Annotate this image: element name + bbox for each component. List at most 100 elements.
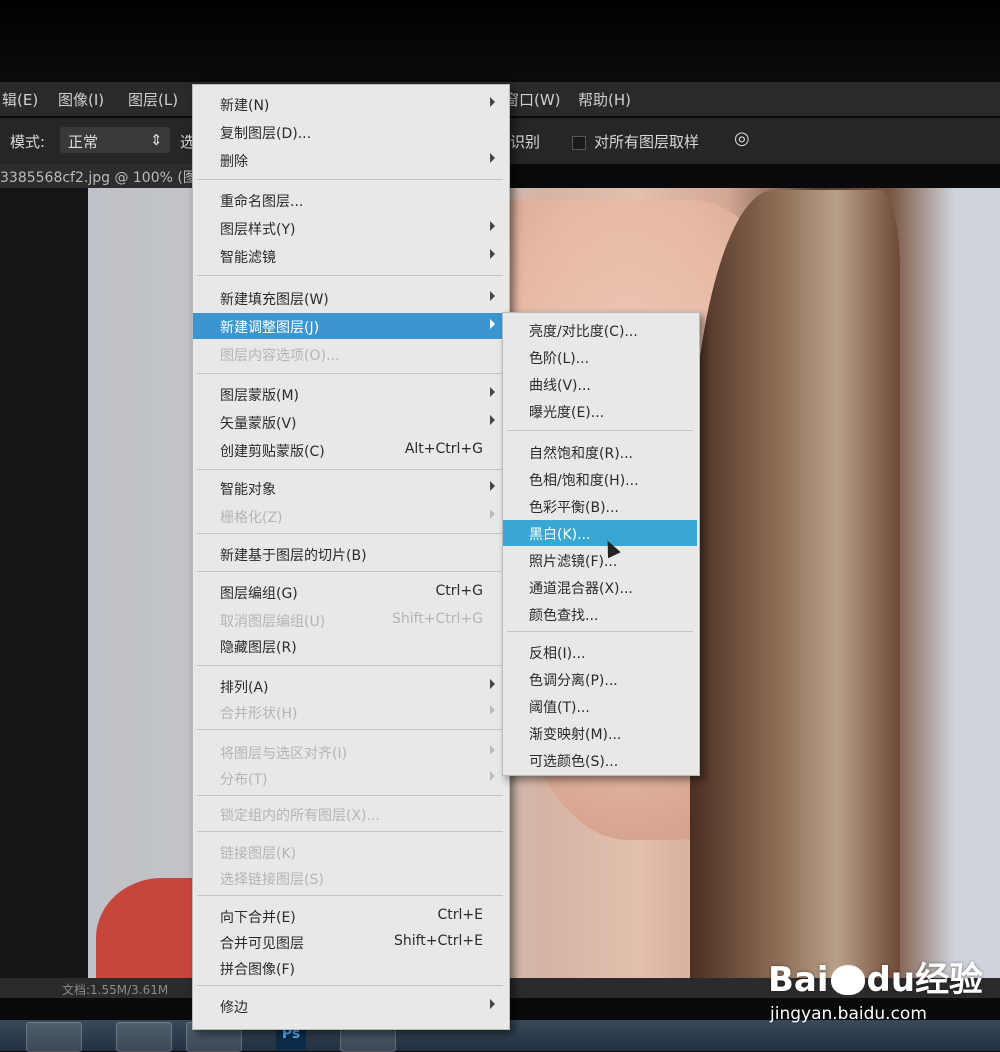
document-tab[interactable]: 3385568cf2.jpg @ 100% (图 [0,164,200,188]
submenu-arrow-icon [490,221,495,231]
layer-menu-layer-style[interactable]: 图层样式(Y) [193,215,507,241]
recognize-label: 识别 [510,133,541,151]
layer-menu-new[interactable]: 新建(N) [193,91,507,117]
layer-menu-combine-shapes[interactable]: 合并形状(H) [193,699,507,725]
menu-image[interactable]: 图像(I) [58,89,104,110]
layer-menu-layer-mask[interactable]: 图层蒙版(M) [193,381,507,407]
layer-menu-distribute[interactable]: 分布(T) [193,765,507,791]
submenu-arrow-icon [490,999,495,1009]
submenu-arrow-icon [490,291,495,301]
layer-menu-smart-filter[interactable]: 智能滤镜 [193,243,507,269]
submenu-arrow-icon [490,319,495,329]
menu-divider [197,665,503,666]
mode-label: 模式: [10,133,46,151]
layer-menu-ungroup-layers[interactable]: 取消图层编组(U) Shift+Ctrl+G [193,607,507,633]
layer-menu-new-adjustment-layer[interactable]: 新建调整图层(J) [193,313,507,339]
adjust-black-white[interactable]: 黑白(K)... [503,520,697,546]
submenu-arrow-icon [490,387,495,397]
submenu-arrow-icon [490,415,495,425]
menu-divider [197,533,503,534]
select-arrows-icon: ⇕ [150,131,163,149]
watermark-url: jingyan.baidu.com [770,1004,927,1024]
adjust-vibrance[interactable]: 自然饱和度(R)... [503,439,697,465]
adjust-hue-saturation[interactable]: 色相/饱和度(H)... [503,466,697,492]
menu-edit[interactable]: 辑(E) [2,89,38,110]
layer-menu-new-slice[interactable]: 新建基于图层的切片(B) [193,541,507,567]
adjust-exposure[interactable]: 曝光度(E)... [503,398,697,424]
pressure-brush-icon[interactable]: ◎ [734,128,750,149]
screen-top-bezel [0,0,1000,80]
menu-window[interactable]: 窗口(W) [504,89,561,110]
mode-value: 正常 [68,133,99,151]
layer-menu-matting[interactable]: 修边 [193,993,507,1019]
menu-divider [197,985,503,986]
submenu-arrow-icon [490,481,495,491]
submenu-arrow-icon [490,745,495,755]
layer-menu-select-linked[interactable]: 选择链接图层(S) [193,865,507,891]
submenu-arrow-icon [490,249,495,259]
menu-divider [197,571,503,572]
baidu-paw-logo-icon [830,965,865,995]
adjust-photo-filter[interactable]: 照片滤镜(F)... [503,547,697,573]
adjust-levels[interactable]: 色阶(L)... [503,344,697,370]
menu-divider [507,430,693,431]
layer-menu-vector-mask[interactable]: 矢量蒙版(V) [193,409,507,435]
sample-all-layers-label: 对所有图层取样 [594,133,700,151]
submenu-arrow-icon [490,153,495,163]
layer-menu-content-options[interactable]: 图层内容选项(O)... [193,341,507,367]
adjust-color-balance[interactable]: 色彩平衡(B)... [503,493,697,519]
layer-menu-flatten-image[interactable]: 拼合图像(F) [193,955,507,981]
baidu-jingyan-watermark: Bai du经验 [768,952,983,1001]
layer-menu-rename[interactable]: 重命名图层... [193,187,507,213]
adjust-color-lookup[interactable]: 颜色查找... [503,601,697,627]
menu-divider [197,179,503,180]
layer-menu-merge-visible[interactable]: 合并可见图层 Shift+Ctrl+E [193,929,507,955]
adjust-channel-mixer[interactable]: 通道混合器(X)... [503,574,697,600]
menu-divider [507,631,693,632]
layer-menu-hide-layers[interactable]: 隐藏图层(R) [193,633,507,659]
photo-hair-region [690,190,900,980]
layer-menu-lock-all-in-group[interactable]: 锁定组内的所有图层(X)... [193,801,507,827]
layer-menu-rasterize[interactable]: 栅格化(Z) [193,503,507,529]
layer-menu-arrange[interactable]: 排列(A) [193,673,507,699]
adjust-posterize[interactable]: 色调分离(P)... [503,666,697,692]
layer-menu-new-fill-layer[interactable]: 新建填充图层(W) [193,285,507,311]
canvas-background [0,188,100,978]
menu-layer[interactable]: 图层(L) [128,89,178,110]
adjust-selective-color[interactable]: 可选颜色(S)... [503,747,697,773]
adjust-invert[interactable]: 反相(I)... [503,639,697,665]
layer-menu-duplicate[interactable]: 复制图层(D)... [193,119,507,145]
layer-menu-group-layers[interactable]: 图层编组(G) Ctrl+G [193,579,507,605]
layer-menu-clipping-mask[interactable]: 创建剪贴蒙版(C) Alt+Ctrl+G [193,437,507,463]
document-size-status: 文档:1.55M/3.61M [62,983,169,997]
mode-select[interactable]: 正常 ⇕ [60,127,170,153]
menu-divider [197,795,503,796]
adjust-threshold[interactable]: 阈值(T)... [503,693,697,719]
layer-menu-link-layers[interactable]: 链接图层(K) [193,839,507,865]
layer-menu-delete[interactable]: 删除 [193,147,507,173]
menu-divider [197,895,503,896]
document-tab-title: 3385568cf2.jpg @ 100% (图 [0,170,197,186]
adjust-gradient-map[interactable]: 渐变映射(M)... [503,720,697,746]
submenu-arrow-icon [490,705,495,715]
submenu-arrow-icon [490,771,495,781]
menu-divider [197,831,503,832]
menu-help[interactable]: 帮助(H) [578,89,631,110]
menu-divider [197,469,503,470]
submenu-arrow-icon [490,509,495,519]
menu-divider [197,373,503,374]
taskbar-app-1[interactable] [26,1022,82,1052]
watermark-brand: Bai [768,960,829,1000]
sample-all-layers-checkbox[interactable] [572,136,586,150]
submenu-arrow-icon [490,679,495,689]
layer-menu-smart-object[interactable]: 智能对象 [193,475,507,501]
menu-divider [197,275,503,276]
menu-divider [197,729,503,730]
adjust-brightness-contrast[interactable]: 亮度/对比度(C)... [503,317,697,343]
layer-menu-align-to-selection[interactable]: 将图层与选区对齐(I) [193,739,507,765]
adjust-curves[interactable]: 曲线(V)... [503,371,697,397]
watermark-brand-cn: 经验 [915,960,984,1000]
layer-menu-merge-down[interactable]: 向下合并(E) Ctrl+E [193,903,507,929]
taskbar-app-2[interactable] [116,1022,172,1052]
layer-menu-dropdown: 新建(N) 复制图层(D)... 删除 重命名图层... 图层样式(Y) 智能滤… [192,84,510,1030]
